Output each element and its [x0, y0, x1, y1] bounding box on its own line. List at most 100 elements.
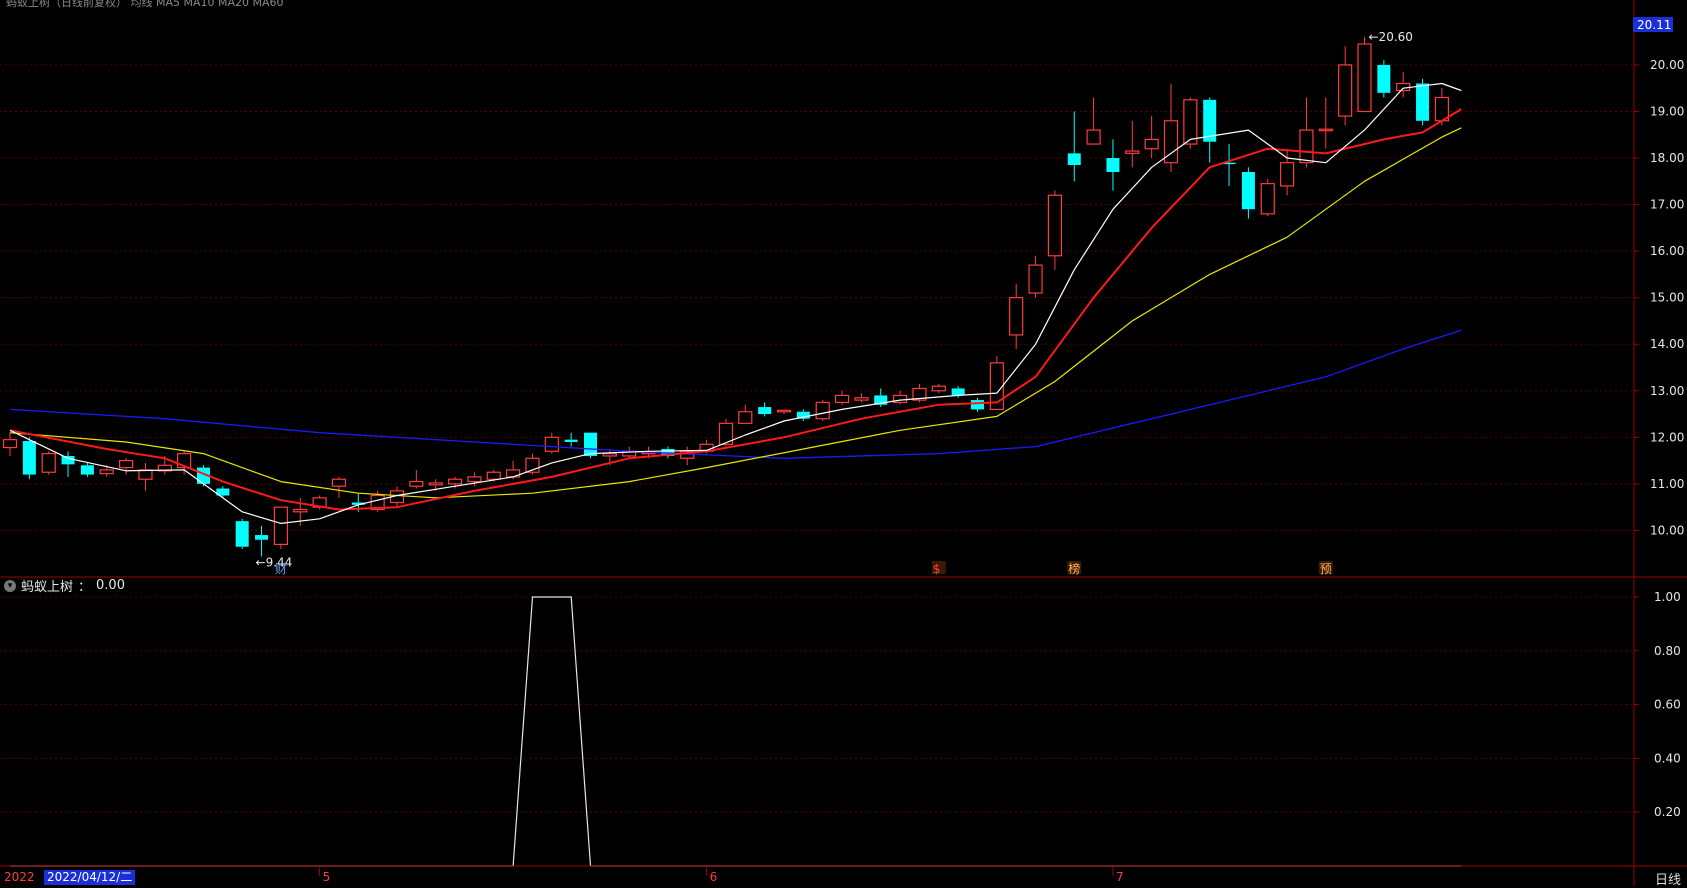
- candle[interactable]: [564, 432, 578, 447]
- indicator-line: [10, 596, 1462, 867]
- candle-body: [971, 400, 984, 410]
- candle-body: [1396, 82, 1411, 92]
- candle[interactable]: [331, 476, 347, 498]
- candle[interactable]: [1009, 283, 1024, 349]
- candle[interactable]: [1028, 255, 1043, 298]
- chevron-down-icon[interactable]: ▾: [4, 579, 16, 592]
- indicator-tick-label: 0.40: [1654, 751, 1681, 765]
- candle-body: [22, 441, 36, 475]
- candle[interactable]: [1222, 144, 1236, 186]
- candle[interactable]: [41, 451, 56, 475]
- candle-body: [1067, 153, 1081, 165]
- candle-body: [602, 453, 617, 457]
- candle-body: [467, 476, 482, 483]
- candle[interactable]: [796, 409, 810, 422]
- candle[interactable]: [971, 397, 984, 412]
- event-marker[interactable]: $: [933, 562, 941, 576]
- month-label: 6: [710, 870, 718, 884]
- candle[interactable]: [80, 462, 94, 477]
- indicator-title[interactable]: ▾ 蚂蚁上树 ： 0.00: [4, 576, 125, 595]
- candle[interactable]: [2, 432, 18, 456]
- candle-body: [1183, 99, 1198, 145]
- candle[interactable]: [1299, 97, 1314, 168]
- candle[interactable]: [61, 451, 75, 477]
- candle-body: [776, 409, 792, 413]
- candle-body: [931, 385, 946, 392]
- candle[interactable]: [1338, 46, 1353, 126]
- candle[interactable]: [177, 451, 192, 475]
- candle[interactable]: [834, 390, 850, 405]
- indicator-tick-label: 1.00: [1654, 590, 1681, 604]
- candle[interactable]: [544, 432, 559, 454]
- indicator-name: 蚂蚁上树: [21, 580, 74, 595]
- candle-body: [1028, 264, 1043, 294]
- candle-body: [273, 506, 288, 545]
- candle[interactable]: [1241, 167, 1255, 219]
- price-tick-label: 16.00: [1650, 244, 1684, 258]
- candle-body: [1047, 194, 1063, 257]
- candle[interactable]: [912, 383, 927, 403]
- candle[interactable]: [1144, 116, 1159, 159]
- candle[interactable]: [273, 506, 288, 550]
- candle[interactable]: [1067, 111, 1081, 182]
- candle[interactable]: [854, 393, 869, 403]
- price-tick-label: 11.00: [1650, 477, 1684, 491]
- candle-body: [1125, 150, 1140, 154]
- candle[interactable]: [1357, 36, 1372, 113]
- month-label: 7: [1116, 870, 1124, 884]
- candle-body: [815, 401, 830, 420]
- candle[interactable]: [1318, 97, 1333, 149]
- price-tick-label: 10.00: [1650, 523, 1684, 537]
- candle[interactable]: [1279, 148, 1295, 196]
- candle[interactable]: [1260, 178, 1275, 217]
- candle[interactable]: [931, 383, 946, 394]
- price-tick-label: 20.00: [1650, 58, 1684, 72]
- candle-body: [80, 465, 94, 475]
- candle[interactable]: [738, 404, 753, 424]
- candle[interactable]: [409, 469, 424, 489]
- candle-body: [2, 439, 18, 449]
- chart-stage[interactable]: 20.00 19.00 18.00 17.00 16.00 15.00 14.00 13.00…: [0, 0, 1687, 886]
- candle-body: [544, 436, 559, 452]
- candle[interactable]: [758, 402, 772, 417]
- candle[interactable]: [1377, 60, 1391, 98]
- candle-body: [409, 480, 424, 487]
- candle[interactable]: [1183, 97, 1198, 149]
- period-selector[interactable]: 日线: [1655, 869, 1681, 888]
- indicator-tick-label: 0.20: [1654, 805, 1681, 819]
- candle[interactable]: [892, 390, 908, 405]
- candle[interactable]: [1047, 190, 1063, 270]
- price-tick-label: 12.00: [1650, 430, 1684, 444]
- candle[interactable]: [1086, 97, 1101, 145]
- event-marker[interactable]: 榜: [1068, 561, 1080, 576]
- candle[interactable]: [680, 446, 695, 466]
- candle[interactable]: [1125, 120, 1140, 168]
- event-markers[interactable]: 财 $ 榜预: [275, 561, 1333, 576]
- candle[interactable]: [235, 518, 249, 550]
- candle-body: [1009, 297, 1024, 336]
- candle[interactable]: [815, 400, 830, 422]
- candle-body: [738, 411, 753, 424]
- candle-body: [255, 535, 269, 540]
- price-tick-label: 18.00: [1650, 151, 1684, 165]
- main-price-grid: [0, 64, 1634, 531]
- event-marker[interactable]: 预: [1320, 562, 1332, 576]
- candle[interactable]: [1203, 97, 1217, 163]
- candle[interactable]: [216, 486, 230, 498]
- price-tick-label: 17.00: [1650, 198, 1684, 212]
- candle-body: [1299, 129, 1314, 164]
- candle-body: [1144, 138, 1159, 150]
- ma10-line: [9, 108, 1462, 511]
- price-tick-label: 19.00: [1650, 104, 1684, 118]
- candle-body: [584, 432, 597, 456]
- candle-body: [118, 460, 134, 469]
- candle[interactable]: [118, 458, 134, 475]
- candle[interactable]: [22, 437, 36, 480]
- candle[interactable]: [1106, 139, 1120, 191]
- candle[interactable]: [138, 462, 153, 491]
- candle[interactable]: [776, 409, 792, 415]
- candle-body: [1357, 43, 1372, 113]
- candle[interactable]: [1163, 83, 1179, 172]
- cursor-date: 2022/04/12/二: [44, 870, 136, 885]
- candles-group[interactable]: [2, 36, 1450, 557]
